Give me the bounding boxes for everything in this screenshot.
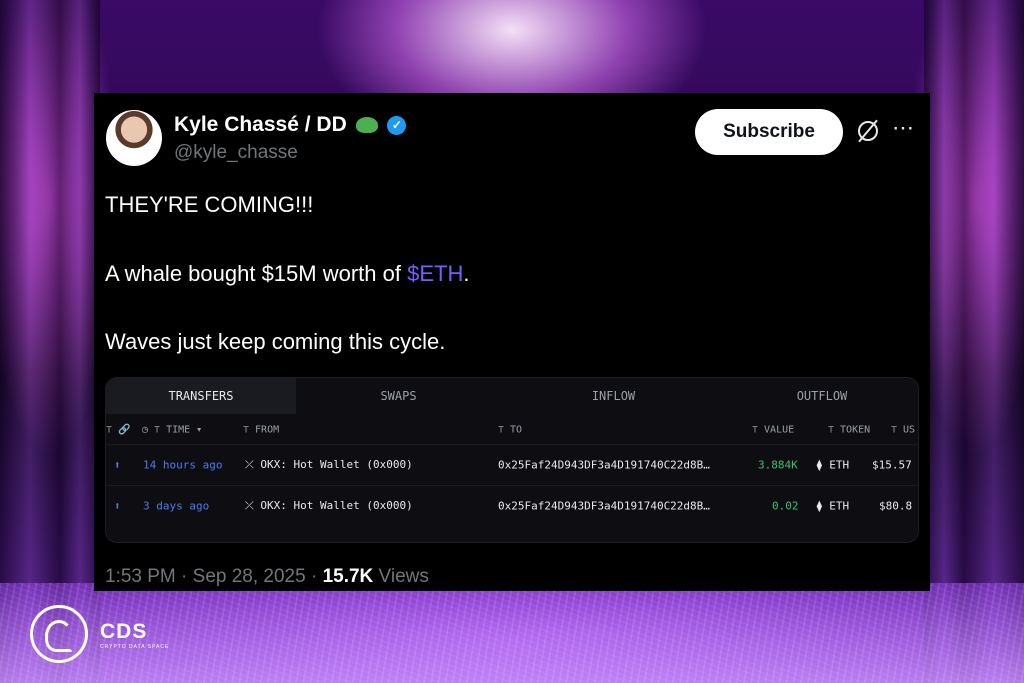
views-count: 15.7K — [322, 566, 374, 587]
row-from[interactable]: ⤫ OKX: Hot Wallet (0x000) — [245, 499, 413, 513]
subscribe-button[interactable]: Subscribe — [695, 109, 843, 155]
curtain-right — [964, 0, 1024, 683]
avatar[interactable] — [106, 110, 162, 166]
time-header[interactable]: ◷ ⊤ TIME ▾ — [142, 425, 202, 436]
tab-swaps[interactable]: SWAPS — [296, 378, 501, 414]
tweet-line-3: Waves just keep coming this cycle. — [105, 329, 446, 354]
panel-tabs: TRANSFERS SWAPS INFLOW OUTFLOW — [106, 378, 918, 414]
row-from[interactable]: ⤫ OKX: Hot Wallet (0x000) — [245, 458, 413, 472]
tweet-card: Kyle Chassé / DD ✓ @kyle_chasse Subscrib… — [94, 93, 930, 591]
verified-badge-icon[interactable]: ✓ — [387, 115, 407, 135]
brand-name: CDS — [100, 620, 148, 643]
curtain-left — [0, 0, 60, 683]
eth-cashtag-link[interactable]: $ETH — [407, 261, 463, 286]
row-value: 0.02 — [772, 499, 799, 513]
to-header[interactable]: ⊤ TO — [498, 425, 522, 436]
curtain-right-fold — [924, 0, 964, 683]
frog-emoji-icon — [355, 117, 378, 134]
transfers-screenshot-panel[interactable]: TRANSFERS SWAPS INFLOW OUTFLOW ⊤ 🔗 ◷ ⊤ T… — [105, 377, 919, 543]
row-value: 3.884K — [758, 458, 798, 472]
row-to[interactable]: 0x25Faf24D943DF3a4D191740C22d8B… — [498, 459, 710, 472]
stage-floor — [0, 583, 1024, 683]
tab-outflow[interactable]: OUTFLOW — [726, 378, 918, 414]
row-time[interactable]: 3 days ago — [143, 500, 209, 513]
row-token[interactable]: ⧫ ETH — [816, 500, 849, 513]
tweet-timestamp[interactable]: 1:53 PM · Sep 28, 2025 · — [105, 566, 323, 587]
filter-link-header[interactable]: ⊤ 🔗 — [106, 425, 131, 436]
cds-logo-icon — [30, 605, 88, 663]
author-name[interactable]: Kyle Chassé / DD — [174, 113, 347, 136]
direction-icon: ⬆ — [114, 499, 121, 513]
row-usd: $80.8 — [879, 499, 913, 513]
row-usd: $15.57 — [872, 458, 912, 472]
table-row[interactable]: ⬆ 3 days ago ⤫ OKX: Hot Wallet (0x000) 0… — [106, 485, 918, 526]
token-header[interactable]: ⊤ TOKEN — [828, 425, 870, 436]
tweet-line-2-text: A whale bought $15M worth of — [105, 261, 408, 286]
usd-header[interactable]: ⊤ US — [891, 425, 915, 436]
table-header: ⊤ 🔗 ◷ ⊤ TIME ▾ ⊤ FROM ⊤ TO ⊤ VALUE ⊤ TOK… — [106, 416, 918, 444]
value-header[interactable]: ⊤ VALUE — [752, 425, 794, 436]
author-handle[interactable]: @kyle_chasse — [174, 142, 298, 164]
tweet-line-1: THEY'RE COMING!!! — [105, 192, 314, 217]
tweet-line-2-suffix: . — [463, 261, 470, 286]
table-row[interactable]: ⬆ 14 hours ago ⤫ OKX: Hot Wallet (0x000)… — [106, 444, 918, 485]
row-token[interactable]: ⧫ ETH — [816, 459, 849, 472]
author-name-row[interactable]: Kyle Chassé / DD ✓ — [174, 113, 407, 137]
grok-icon[interactable] — [858, 121, 878, 141]
tweet-line-2: A whale bought $15M worth of $ETH. — [105, 261, 469, 287]
more-options-icon[interactable]: ⋯ — [892, 115, 915, 141]
direction-icon: ⬆ — [114, 458, 121, 472]
row-to[interactable]: 0x25Faf24D943DF3a4D191740C22d8B… — [498, 500, 710, 513]
row-time[interactable]: 14 hours ago — [143, 459, 222, 472]
tab-inflow[interactable]: INFLOW — [501, 378, 726, 414]
tab-transfers[interactable]: TRANSFERS — [106, 378, 296, 414]
views-label: Views — [373, 566, 429, 587]
brand-subtitle: CRYPTO DATA SPACE — [100, 644, 170, 650]
from-header[interactable]: ⊤ FROM — [243, 425, 279, 436]
tweet-meta: 1:53 PM · Sep 28, 2025 · 15.7K Views — [105, 566, 429, 588]
